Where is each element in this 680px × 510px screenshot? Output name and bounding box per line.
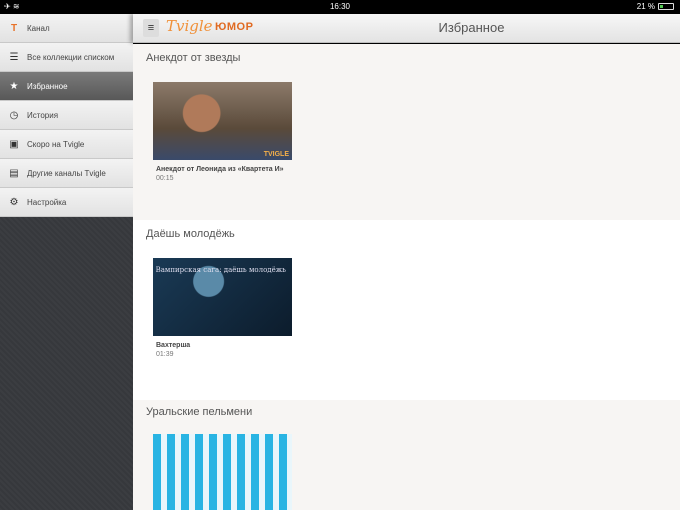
video-title: Анекдот от Леонида из «Квартета И»: [156, 166, 284, 173]
tvigle-logo-icon: T: [10, 22, 18, 34]
star-icon: ★: [9, 80, 19, 92]
video-card[interactable]: [153, 434, 292, 510]
sidebar-item-label: Другие каналы Tvigle: [27, 168, 106, 178]
video-duration: 00:15: [156, 175, 174, 182]
tvigle-watermark: TVIGLE: [263, 151, 289, 158]
video-card[interactable]: Вампирская сага: даёшь молодёжь Вахтерша…: [153, 258, 292, 358]
collection-section: Уральские пельмени: [133, 400, 680, 510]
collection-section: Даёшь молодёжь Вампирская сага: даёшь мо…: [133, 220, 680, 400]
collection-section: Анекдот от звезды TVIGLE Анекдот от Леон…: [133, 44, 680, 220]
content[interactable]: Анекдот от звезды TVIGLE Анекдот от Леон…: [133, 44, 680, 510]
battery-percent: 21 %: [636, 2, 655, 11]
sidebar-item-coming-soon[interactable]: ▣ Скоро на Tvigle: [0, 130, 133, 159]
calendar-icon: ▣: [9, 138, 19, 150]
status-bar: ✈ ≋ 16:30 21 %: [0, 0, 680, 14]
section-title: Даёшь молодёжь: [146, 228, 235, 240]
video-thumbnail[interactable]: Вампирская сага: даёшь молодёжь: [153, 258, 292, 336]
page-title: Избранное: [438, 20, 505, 35]
clock-icon: ◷: [9, 109, 19, 121]
top-bar: ≡ Tvigle ЮМОР Избранное: [133, 14, 680, 43]
sidebar-item-label: Все коллекции списком: [27, 52, 115, 62]
section-title: Анекдот от звезды: [146, 52, 241, 64]
video-duration: 01:39: [156, 351, 174, 358]
sidebar-item-all-collections[interactable]: ☰ Все коллекции списком: [0, 43, 133, 72]
video-thumbnail[interactable]: [153, 434, 292, 510]
battery: 21 %: [637, 2, 674, 11]
sidebar-item-history[interactable]: ◷ История: [0, 101, 133, 130]
briefcase-icon: ▤: [9, 167, 19, 179]
sidebar-item-settings[interactable]: ⚙ Настройка: [0, 188, 133, 217]
clock: 16:30: [329, 2, 351, 11]
sidebar-item-label: История: [27, 110, 59, 120]
sidebar-item-label: Настройка: [27, 197, 67, 207]
section-title: Уральские пельмени: [146, 406, 253, 418]
thumbnail-caption: Вампирская сага: даёшь молодёжь: [155, 266, 286, 274]
sidebar-item-other-channels[interactable]: ▤ Другие каналы Tvigle: [0, 159, 133, 188]
list-icon: ☰: [9, 51, 19, 63]
video-title: Вахтерша: [156, 342, 191, 349]
sidebar-item-label: Избранное: [27, 81, 68, 91]
sidebar-item-channel[interactable]: T Канал: [0, 14, 133, 43]
sidebar-item-label: Скоро на Tvigle: [27, 139, 85, 149]
sidebar: T Канал ☰ Все коллекции списком ★ Избранное…: [0, 14, 133, 510]
video-thumbnail[interactable]: TVIGLE: [153, 82, 292, 160]
gear-icon: ⚙: [9, 196, 19, 208]
sidebar-item-favorites[interactable]: ★ Избранное: [0, 72, 133, 101]
video-card[interactable]: TVIGLE Анекдот от Леонида из «Квартета И…: [153, 82, 292, 182]
battery-icon: [658, 3, 674, 10]
sidebar-item-label: Канал: [27, 23, 50, 33]
